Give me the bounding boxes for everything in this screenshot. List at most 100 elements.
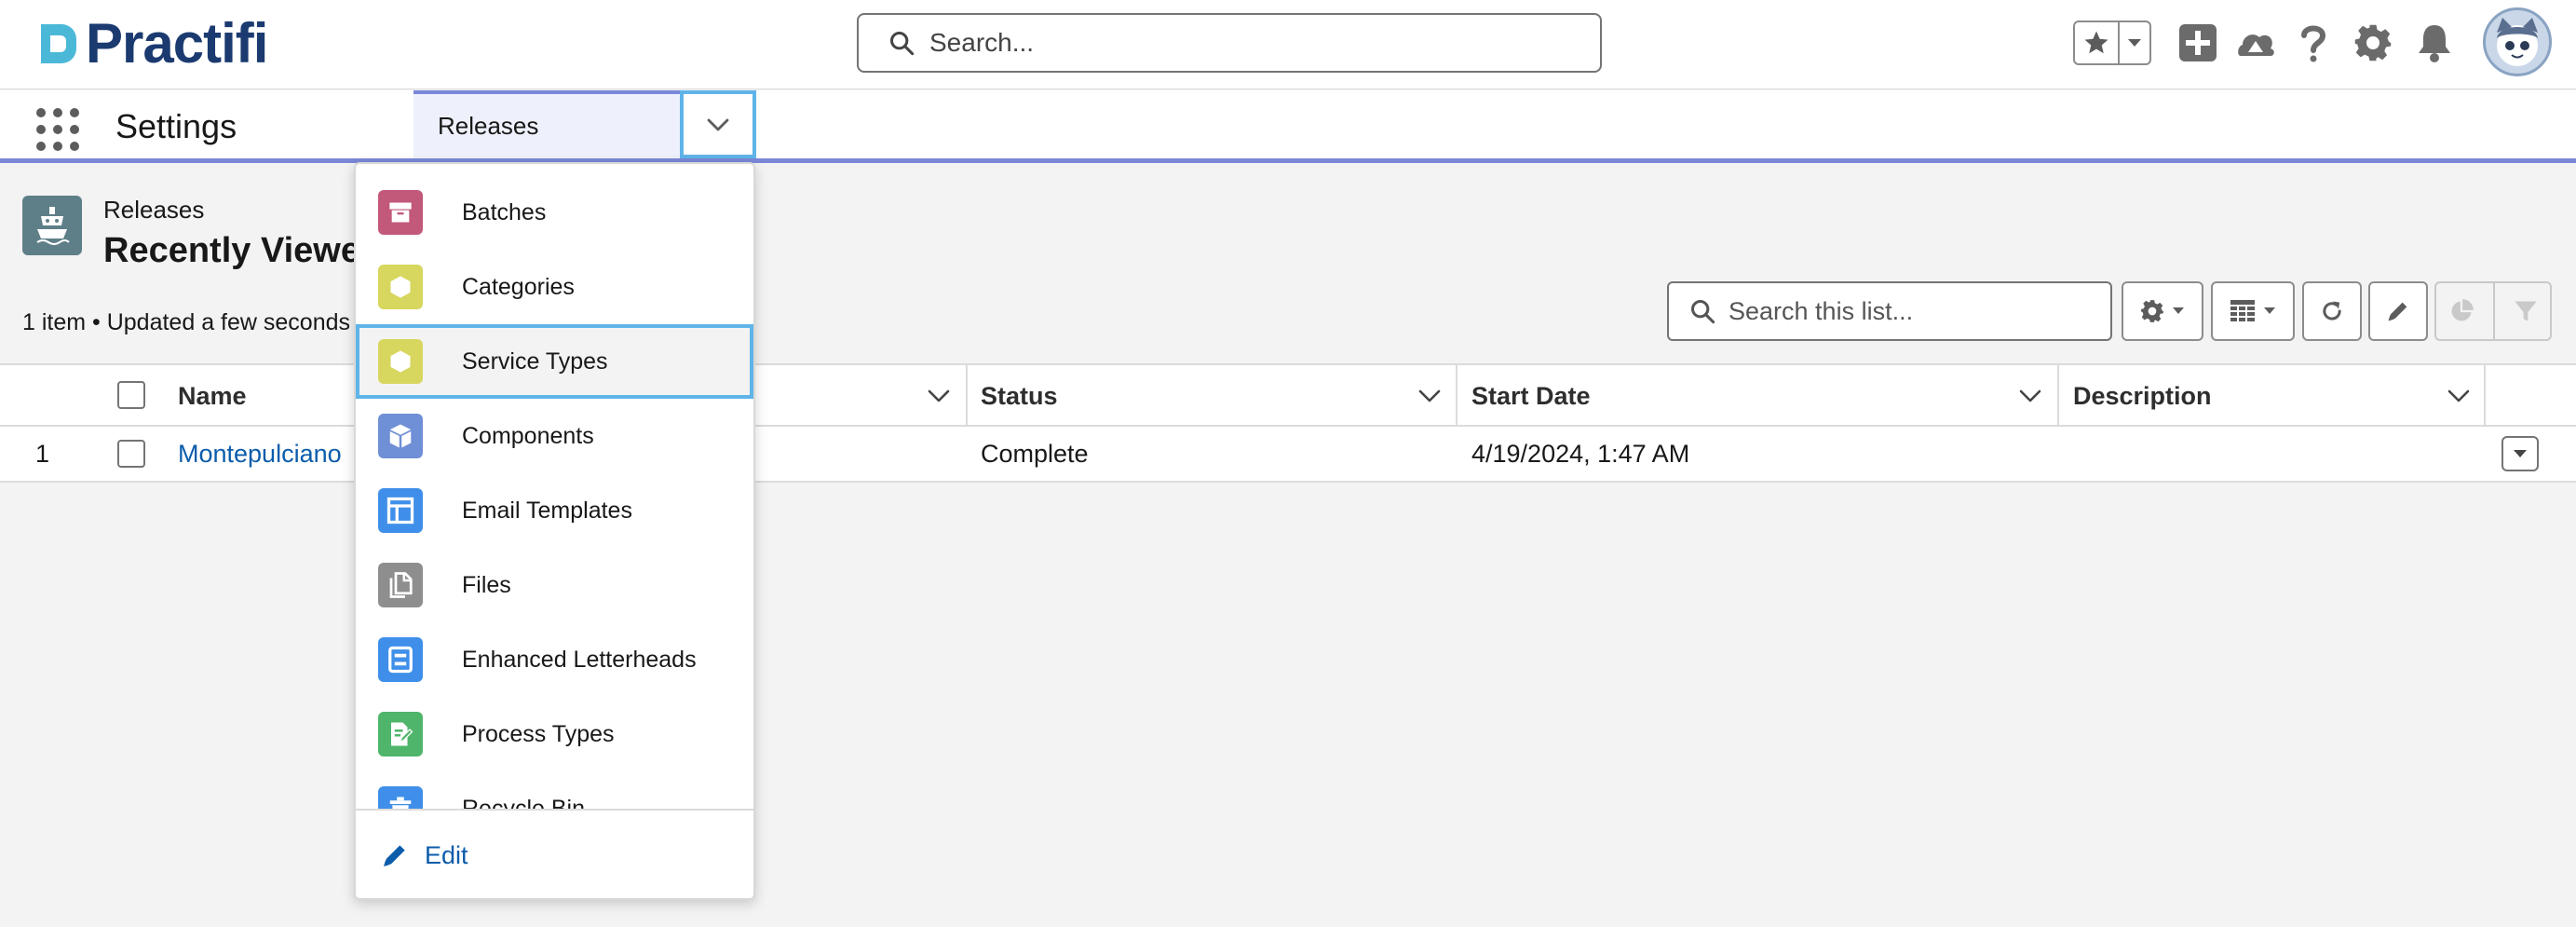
notifications-button[interactable] — [2410, 19, 2459, 67]
column-header-name[interactable]: Name — [178, 365, 247, 427]
show-charts-button[interactable] — [2436, 298, 2486, 324]
display-as-button[interactable] — [2211, 281, 2295, 341]
menu-items-list: Batches Categories Service Types Compone… — [356, 164, 753, 809]
list-view-controls-button[interactable] — [2122, 281, 2203, 341]
menu-item-label: Recycle Bin — [462, 795, 585, 810]
help-icon — [2301, 25, 2326, 62]
pencil-icon — [384, 845, 405, 866]
practifi-logo[interactable]: Practifi — [34, 12, 268, 75]
chevron-down-icon — [707, 118, 729, 130]
inline-edit-button[interactable] — [2368, 281, 2428, 341]
chevron-down-icon — [2447, 389, 2470, 402]
app-name: Settings — [115, 107, 237, 145]
column-start-date-actions-button[interactable] — [2019, 365, 2041, 427]
tab-releases[interactable]: Releases — [414, 90, 680, 158]
column-divider — [966, 365, 968, 427]
caret-down-icon — [2128, 39, 2141, 47]
record-name-link[interactable]: Montepulciano — [178, 427, 342, 481]
menu-item-categories[interactable]: Categories — [356, 250, 753, 324]
chevron-down-icon — [928, 389, 950, 402]
row-number: 1 — [35, 439, 50, 468]
cell-start-date: 4/19/2024, 1:47 AM — [1471, 439, 1690, 468]
nav-menu-dropdown-button[interactable] — [680, 90, 756, 158]
refresh-button[interactable] — [2302, 281, 2362, 341]
row-select-checkbox[interactable] — [117, 440, 145, 468]
list-search-input[interactable] — [1729, 296, 2101, 326]
object-label: Releases — [103, 196, 205, 224]
refresh-icon — [2323, 301, 2341, 320]
archive-icon — [378, 190, 423, 235]
column-divider — [2057, 365, 2059, 427]
gear-icon — [2141, 300, 2163, 322]
hexagon-icon — [378, 265, 423, 309]
app-launcher-dot — [36, 125, 46, 134]
trailhead-button[interactable] — [2231, 19, 2280, 67]
checkbox-box — [117, 440, 145, 468]
menu-item-recycle-bin[interactable]: Recycle Bin — [356, 771, 753, 809]
column-header-description[interactable]: Description — [2073, 365, 2212, 427]
logo-text: Practifi — [86, 12, 268, 75]
chevron-down-icon — [1418, 389, 1441, 402]
pencil-icon — [2388, 302, 2407, 321]
global-actions-button[interactable] — [2174, 19, 2222, 67]
list-meta-info: 1 item • Updated a few seconds ago — [22, 309, 396, 335]
filter-button[interactable] — [2502, 298, 2550, 324]
menu-item-label: Batches — [462, 198, 547, 225]
menu-item-process-types[interactable]: Process Types — [356, 697, 753, 771]
menu-item-enhanced-letterheads[interactable]: Enhanced Letterheads — [356, 622, 753, 697]
user-avatar[interactable] — [2483, 7, 2552, 76]
caret-down-icon — [2173, 307, 2184, 314]
menu-edit-label: Edit — [425, 840, 468, 869]
app-launcher-button[interactable] — [34, 105, 79, 151]
global-search-input[interactable] — [929, 28, 1581, 58]
chart-filter-button-group — [2434, 281, 2552, 341]
menu-item-batches[interactable]: Batches — [356, 175, 753, 250]
list-view-name[interactable]: Recently Viewed — [103, 231, 382, 271]
menu-edit-item[interactable]: Edit — [356, 809, 753, 898]
search-icon — [1690, 299, 1715, 324]
file-icon — [378, 563, 423, 607]
app-launcher-dot — [36, 142, 46, 151]
setup-button[interactable] — [2349, 19, 2397, 67]
practifi-logo-mark-icon — [41, 24, 76, 63]
search-icon — [889, 31, 915, 56]
menu-item-service-types[interactable]: Service Types — [356, 324, 753, 399]
global-search-box[interactable] — [857, 13, 1602, 73]
menu-item-label: Files — [462, 571, 511, 598]
column-divider — [2484, 365, 2486, 427]
column-status-actions-button[interactable] — [1418, 365, 1441, 427]
favorites-dropdown-button[interactable] — [2120, 22, 2149, 63]
column-description-actions-button[interactable] — [2447, 365, 2470, 427]
nav-items-dropdown-menu: Batches Categories Service Types Compone… — [354, 162, 755, 900]
list-search-box[interactable] — [1667, 281, 2112, 341]
cell-status: Complete — [981, 439, 1089, 468]
menu-item-email-templates[interactable]: Email Templates — [356, 473, 753, 548]
hexagon-icon — [378, 339, 423, 384]
favorites-button-group[interactable] — [2073, 20, 2151, 65]
app-launcher-dot — [70, 142, 79, 151]
app-launcher-dot — [53, 142, 62, 151]
menu-item-files[interactable]: Files — [356, 548, 753, 622]
column-header-start-date[interactable]: Start Date — [1471, 365, 1591, 427]
favorites-star-button[interactable] — [2075, 22, 2120, 63]
column-name-actions-button[interactable] — [928, 365, 950, 427]
menu-item-components[interactable]: Components — [356, 399, 753, 473]
column-divider — [1456, 365, 1457, 427]
app-launcher-dot — [70, 108, 79, 117]
checkbox-box — [117, 381, 145, 409]
row-actions-button[interactable] — [2501, 436, 2539, 471]
menu-item-label: Enhanced Letterheads — [462, 646, 697, 673]
menu-item-label: Service Types — [462, 348, 608, 375]
select-all-checkbox[interactable] — [117, 381, 145, 409]
menu-item-label: Categories — [462, 273, 575, 300]
help-button[interactable] — [2289, 19, 2338, 67]
caret-down-icon — [2514, 450, 2527, 457]
cube-icon — [378, 414, 423, 458]
pie-chart-icon — [2451, 299, 2474, 321]
menu-item-label: Process Types — [462, 720, 615, 747]
app-launcher-dot — [36, 108, 46, 117]
column-header-status[interactable]: Status — [981, 365, 1058, 427]
filter-icon — [2515, 301, 2538, 321]
template-icon — [378, 488, 423, 533]
letterhead-icon — [378, 637, 423, 682]
